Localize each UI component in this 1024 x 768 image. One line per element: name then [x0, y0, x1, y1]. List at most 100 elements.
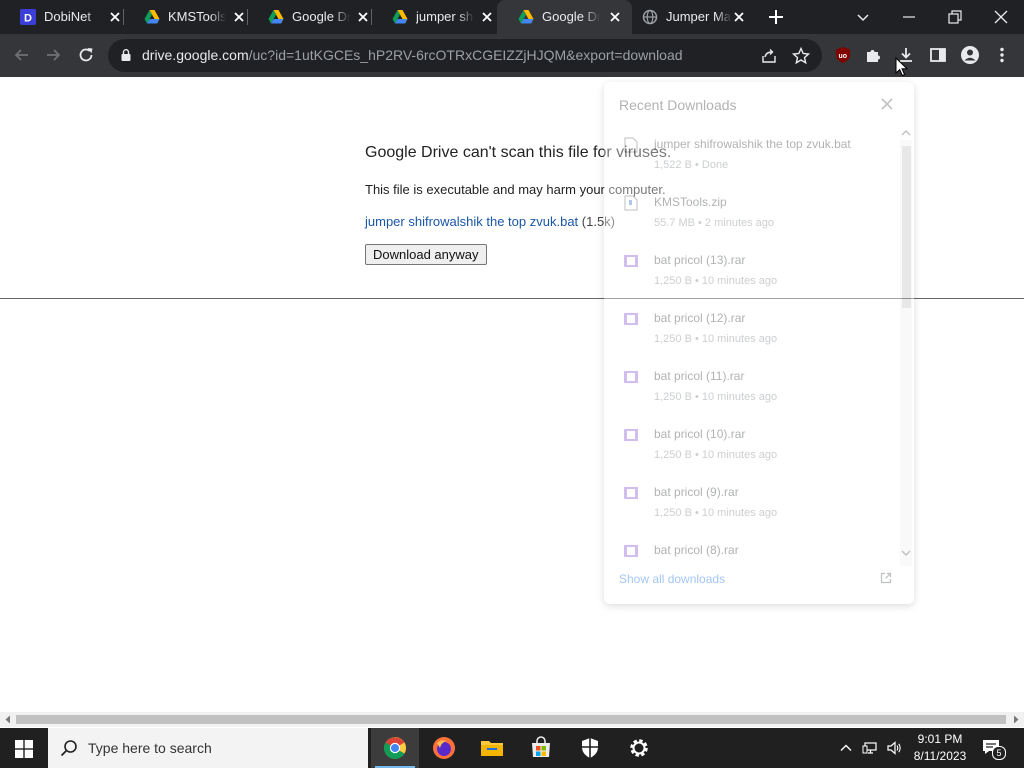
url-host: drive.google.com	[142, 47, 249, 63]
horizontal-scrollbar-thumb[interactable]	[16, 715, 1006, 724]
downloads-bubble: Recent Downloads jumper shifrowalshik th…	[604, 82, 914, 604]
tab-title: DobiNet	[44, 9, 102, 26]
rar-file-icon	[624, 487, 638, 499]
download-item[interactable]: bat pricol (11).rar 1,250 B • 10 minutes…	[604, 369, 902, 427]
forward-icon[interactable]	[43, 45, 63, 65]
close-icon[interactable]	[107, 9, 123, 25]
clock-time: 9:01 PM	[917, 732, 963, 746]
system-clock[interactable]: 9:01 PM 8/11/2023	[908, 731, 972, 765]
download-item[interactable]: bat pricol (8).rar	[604, 543, 902, 565]
tab-dobinet[interactable]: D DobiNet	[0, 0, 124, 34]
mouse-cursor-icon	[895, 57, 909, 77]
lock-icon[interactable]	[119, 48, 133, 62]
taskbar-microsoft-store[interactable]	[517, 728, 565, 768]
open-external-icon[interactable]	[880, 572, 892, 584]
close-icon[interactable]	[880, 97, 894, 111]
download-meta: 1,250 B • 10 minutes ago	[654, 333, 778, 345]
chevron-up-icon[interactable]	[838, 740, 854, 756]
svg-text:uo: uo	[839, 53, 848, 60]
windows-taskbar: Type here to search 9:01 PM 8/11/2023 5	[0, 728, 1024, 768]
side-panel-icon[interactable]	[928, 45, 948, 65]
globe-icon	[642, 9, 658, 25]
new-tab-icon[interactable]	[767, 8, 785, 26]
download-item[interactable]: bat pricol (9).rar 1,250 B • 10 minutes …	[604, 485, 902, 543]
chevron-down-icon[interactable]	[901, 549, 911, 557]
rar-file-icon	[624, 371, 638, 383]
taskbar-settings[interactable]	[615, 728, 663, 768]
tab-google-drive[interactable]: Google Drive	[248, 0, 372, 34]
downloads-heading: Recent Downloads	[619, 97, 737, 113]
file-info: jumper shifrowalshik the top zvuk.bat (1…	[365, 214, 615, 229]
download-item[interactable]: bat pricol (10).rar 1,250 B • 10 minutes…	[604, 427, 902, 485]
taskbar-search-box[interactable]: Type here to search	[48, 728, 368, 768]
close-icon[interactable]	[231, 9, 247, 25]
download-item[interactable]: bat pricol (13).rar 1,250 B • 10 minutes…	[604, 253, 902, 311]
tab-title: Google Drive	[292, 9, 350, 26]
scroll-left-icon[interactable]	[4, 715, 12, 724]
download-name: bat pricol (11).rar	[654, 369, 745, 383]
scroll-right-icon[interactable]	[1012, 715, 1020, 724]
show-all-downloads-link[interactable]: Show all downloads	[619, 572, 725, 586]
download-meta: 1,250 B • 10 minutes ago	[654, 275, 778, 287]
horizontal-scrollbar[interactable]	[0, 712, 1024, 727]
shield-icon	[582, 738, 598, 758]
share-icon[interactable]	[760, 47, 778, 65]
close-icon[interactable]	[607, 9, 623, 25]
tab-title: jumper shifrowalshik	[416, 9, 474, 26]
browser-menu-icon[interactable]	[992, 45, 1012, 65]
search-placeholder: Type here to search	[88, 740, 212, 756]
download-name: bat pricol (8).rar	[654, 543, 739, 557]
file-link[interactable]: jumper shifrowalshik the top zvuk.bat	[365, 214, 578, 229]
tab-title: Jumper Ma	[666, 9, 732, 26]
download-item[interactable]: bat pricol (12).rar 1,250 B • 10 minutes…	[604, 311, 902, 369]
address-bar[interactable]: drive.google.com/uc?id=1utKGCEs_hP2RV-6r…	[108, 39, 822, 72]
tab-title: KMSTools.zip	[168, 9, 226, 26]
download-item[interactable]: KMSTools.zip 55.7 MB • 2 minutes ago	[604, 195, 902, 253]
network-icon[interactable]	[862, 740, 878, 756]
minimize-icon[interactable]	[897, 6, 921, 28]
extensions-puzzle-icon[interactable]	[864, 45, 884, 65]
download-meta: 1,522 B • Done	[654, 159, 729, 171]
ublock-origin-icon[interactable]: uo	[833, 45, 853, 65]
gear-icon	[630, 739, 648, 757]
download-name: jumper shifrowalshik the top zvuk.bat	[654, 137, 851, 151]
close-icon[interactable]	[355, 9, 371, 25]
download-name: bat pricol (12).rar	[654, 311, 746, 325]
tab-google-drive-active[interactable]: Google Drive	[497, 0, 632, 34]
back-icon[interactable]	[12, 45, 32, 65]
taskbar-file-explorer[interactable]	[468, 728, 516, 768]
profile-avatar-icon[interactable]	[960, 45, 980, 65]
url-text[interactable]: drive.google.com/uc?id=1utKGCEs_hP2RV-6r…	[142, 47, 683, 63]
search-icon	[60, 740, 77, 757]
rar-file-icon	[624, 545, 638, 557]
clock-date: 8/11/2023	[913, 749, 967, 763]
tab-jumper-shifrowalshik[interactable]: jumper shifrowalshik	[372, 0, 495, 34]
downloads-scrollbar-thumb[interactable]	[902, 146, 911, 308]
file-icon	[624, 137, 638, 153]
download-meta: 55.7 MB • 2 minutes ago	[654, 217, 775, 229]
tab-jumper-ma[interactable]: Jumper Ma	[632, 0, 755, 34]
taskbar-chrome[interactable]	[371, 728, 419, 768]
download-meta: 1,250 B • 10 minutes ago	[654, 449, 778, 461]
tab-kmstools[interactable]: KMSTools.zip	[124, 0, 248, 34]
download-anyway-button[interactable]: Download anyway	[365, 244, 487, 265]
tab-search-chevron-icon[interactable]	[851, 6, 875, 28]
windows-start-icon[interactable]	[15, 740, 33, 758]
taskbar-firefox[interactable]	[420, 728, 468, 768]
download-name: bat pricol (13).rar	[654, 253, 746, 267]
download-item[interactable]: jumper shifrowalshik the top zvuk.bat 1,…	[604, 137, 902, 195]
taskbar-windows-security[interactable]	[566, 728, 614, 768]
chevron-up-icon[interactable]	[901, 129, 911, 137]
bookmark-star-icon[interactable]	[792, 47, 810, 65]
restore-icon[interactable]	[943, 6, 967, 28]
tab-title: Google Drive	[542, 9, 600, 26]
download-name: bat pricol (10).rar	[654, 427, 746, 441]
close-icon[interactable]	[479, 9, 495, 25]
google-drive-icon	[392, 10, 408, 24]
volume-icon[interactable]	[886, 740, 902, 756]
notification-center[interactable]: 5	[980, 738, 1006, 760]
folder-icon	[481, 741, 503, 756]
window-close-icon[interactable]	[989, 6, 1013, 28]
reload-icon[interactable]	[76, 45, 96, 65]
close-icon[interactable]	[731, 9, 747, 25]
